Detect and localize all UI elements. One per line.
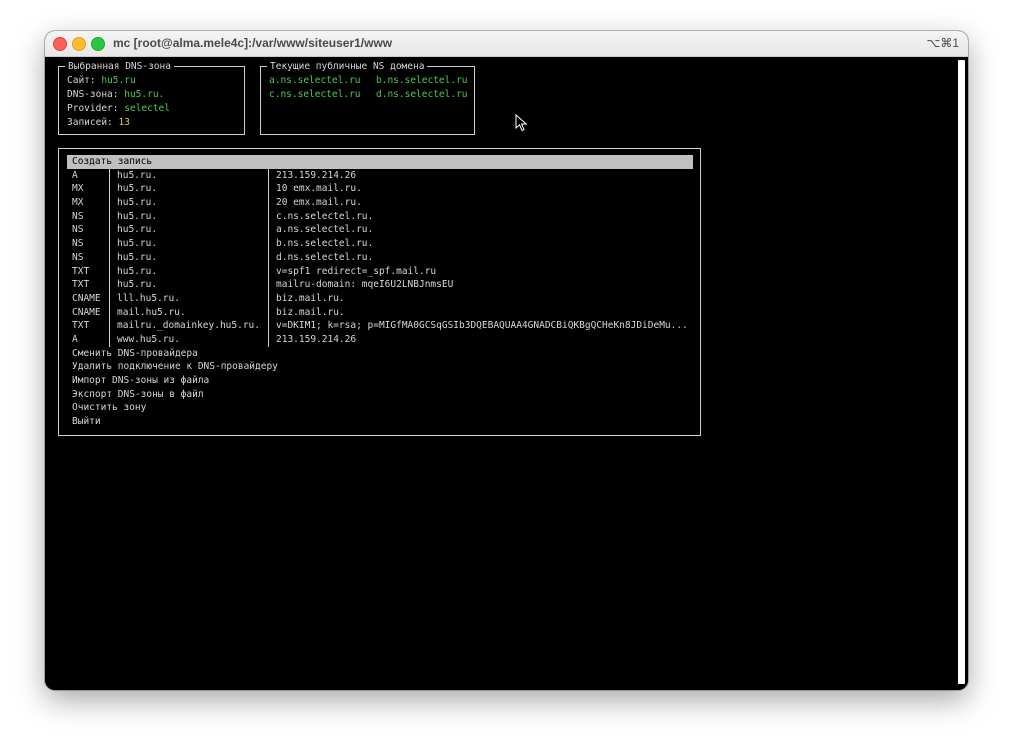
remove-provider-item[interactable]: Удалить подключение к DNS-провайдеру xyxy=(67,360,693,374)
site-line: Сайт: hu5.ru xyxy=(67,74,136,87)
record-name: hu5.ru. xyxy=(117,169,158,181)
import-zone-item[interactable]: Импорт DNS-зоны из файла xyxy=(67,374,693,388)
record-value: biz.mail.ru. xyxy=(276,306,345,318)
record-value: v=spf1 redirect=_spf.mail.ru xyxy=(276,265,437,277)
record-value: d.ns.selectel.ru. xyxy=(276,251,374,263)
record-type: NS xyxy=(72,251,84,263)
menu-list: Создать запись Ahu5.ru. 213.159.214.26 MX h… xyxy=(67,155,693,429)
dns-record-row[interactable]: TXT hu5.ru. mailru-domain: mqeI6U2LNBJnmsE… xyxy=(67,278,693,292)
record-value: v=DKIM1; k=rsa; p=MIGfMA0GCSqGSIb3DQEBAQ… xyxy=(276,320,688,332)
record-type: NS xyxy=(72,224,84,236)
ns-panel-title: Текущие публичные NS домена xyxy=(267,60,428,73)
record-type: NS xyxy=(72,238,84,250)
records-count-value: 13 xyxy=(118,117,130,128)
record-value: 213.159.214.26 xyxy=(276,333,357,345)
exit-item[interactable]: Выйти xyxy=(67,415,693,429)
export-zone-item[interactable]: Экспорт DNS-зоны в файл xyxy=(67,388,693,402)
dns-zone-panel: Выбранная DNS-зона Сайт: hu5.ru DNS-зона… xyxy=(58,60,245,135)
dns-record-row[interactable]: NS hu5.ru. c.ns.selectel.ru. xyxy=(67,210,693,224)
mouse-pointer-icon xyxy=(515,114,528,132)
dns-record-row[interactable]: TXT mailru._domainkey.hu5.ru. v=DKIM1; k=r… xyxy=(67,319,693,333)
ns-server: a.ns.selectel.ru xyxy=(269,75,361,86)
records-count-label: Записей: xyxy=(67,117,113,128)
zone-value: hu5.ru. xyxy=(124,89,165,100)
create-record-item[interactable]: Создать запись xyxy=(67,155,693,169)
record-value: 213.159.214.26 xyxy=(276,169,357,181)
change-provider-item[interactable]: Сменить DNS-провайдера xyxy=(67,347,693,361)
zone-label: DNS-зона: xyxy=(67,89,119,100)
record-type: A xyxy=(72,333,78,345)
record-name: hu5.ru. xyxy=(117,279,158,291)
record-type: TXT xyxy=(72,320,90,332)
provider-value: selectel xyxy=(124,103,170,114)
ns-server: c.ns.selectel.ru xyxy=(269,89,361,100)
record-value: c.ns.selectel.ru. xyxy=(276,210,374,222)
records-rows: Ahu5.ru. 213.159.214.26 MX hu5.ru. 10 emx.ma… xyxy=(67,169,693,347)
record-name: hu5.ru. xyxy=(117,224,158,236)
record-value: 20 emx.mail.ru. xyxy=(276,197,362,209)
actions-list: Сменить DNS-провайдера Удалить подключени… xyxy=(67,347,693,429)
dns-zone-panel-title: Выбранная DNS-зона xyxy=(65,60,174,73)
minimize-window-button[interactable] xyxy=(72,37,86,51)
site-value: hu5.ru xyxy=(101,75,136,86)
record-type: NS xyxy=(72,210,84,222)
title-bar: mc [root@alma.mele4c]:/var/www/siteuser1… xyxy=(45,31,968,57)
records-menu: Создать запись Ahu5.ru. 213.159.214.26 MX h… xyxy=(58,148,701,436)
dns-record-row[interactable]: Ahu5.ru. 213.159.214.26 xyxy=(67,169,693,183)
zone-line: DNS-зона: hu5.ru. xyxy=(67,88,164,101)
records-list: Ahu5.ru. 213.159.214.26 MX hu5.ru. 10 emx.ma… xyxy=(67,168,693,347)
record-type: TXT xyxy=(72,265,90,277)
ns-panel: Текущие публичные NS домена a.ns.selecte… xyxy=(260,60,475,135)
record-type: MX xyxy=(72,197,84,209)
record-name: www.hu5.ru. xyxy=(117,333,180,345)
record-name: hu5.ru. xyxy=(117,265,158,277)
window-title: mc [root@alma.mele4c]:/var/www/siteuser1… xyxy=(113,36,393,50)
record-type: MX xyxy=(72,183,84,195)
record-name: hu5.ru. xyxy=(117,197,158,209)
record-value: 10 emx.mail.ru. xyxy=(276,183,362,195)
clear-zone-item[interactable]: Очистить зону xyxy=(67,401,693,415)
terminal-window: mc [root@alma.mele4c]:/var/www/siteuser1… xyxy=(45,31,968,690)
provider-line: Provider: selectel xyxy=(67,102,170,115)
dns-record-row[interactable]: TXT hu5.ru. v=spf1 redirect=_spf.mail.ru xyxy=(67,265,693,279)
maximize-window-button[interactable] xyxy=(91,37,105,51)
close-window-button[interactable] xyxy=(53,37,67,51)
provider-label: Provider: xyxy=(67,103,119,114)
record-name: hu5.ru. xyxy=(117,238,158,250)
record-name: lll.hu5.ru. xyxy=(117,292,180,304)
dns-record-row[interactable]: NS hu5.ru. a.ns.selectel.ru. xyxy=(67,223,693,237)
scrollbar[interactable] xyxy=(958,60,965,684)
dns-record-row[interactable]: CNAME lll.hu5.ru. biz.mail.ru. xyxy=(67,292,693,306)
create-record-label: Создать запись xyxy=(72,156,153,167)
record-type: TXT xyxy=(72,279,90,291)
record-type: A xyxy=(72,169,78,181)
record-value: b.ns.selectel.ru. xyxy=(276,238,374,250)
terminal-content[interactable]: Выбранная DNS-зона Сайт: hu5.ru DNS-зона… xyxy=(45,57,968,690)
dns-record-row[interactable]: NS hu5.ru. b.ns.selectel.ru. xyxy=(67,237,693,251)
record-value: a.ns.selectel.ru. xyxy=(276,224,374,236)
record-value: mailru-domain: mqeI6U2LNBJnmsEU xyxy=(276,279,454,291)
dns-record-row[interactable]: CNAME mail.hu5.ru. biz.mail.ru. xyxy=(67,306,693,320)
dns-record-row[interactable]: MX hu5.ru. 10 emx.mail.ru. xyxy=(67,182,693,196)
dns-record-row[interactable]: Awww.hu5.ru. 213.159.214.26 xyxy=(67,333,693,347)
record-name: hu5.ru. xyxy=(117,210,158,222)
record-name: mailru._domainkey.hu5.ru. xyxy=(117,320,260,332)
record-name: mail.hu5.ru. xyxy=(117,306,186,318)
record-name: hu5.ru. xyxy=(117,251,158,263)
record-name: hu5.ru. xyxy=(117,183,158,195)
ns-server: d.ns.selectel.ru xyxy=(376,89,468,100)
dns-record-row[interactable]: NS hu5.ru. d.ns.selectel.ru. xyxy=(67,251,693,265)
dns-record-row[interactable]: MX hu5.ru. 20 emx.mail.ru. xyxy=(67,196,693,210)
records-count-line: Записей: 13 xyxy=(67,116,130,129)
record-type: CNAME xyxy=(72,292,101,304)
ns-server: b.ns.selectel.ru xyxy=(376,75,468,86)
record-value: biz.mail.ru. xyxy=(276,292,345,304)
record-type: CNAME xyxy=(72,306,101,318)
window-shortcut: ⌥⌘1 xyxy=(926,36,959,50)
site-label: Сайт: xyxy=(67,75,96,86)
